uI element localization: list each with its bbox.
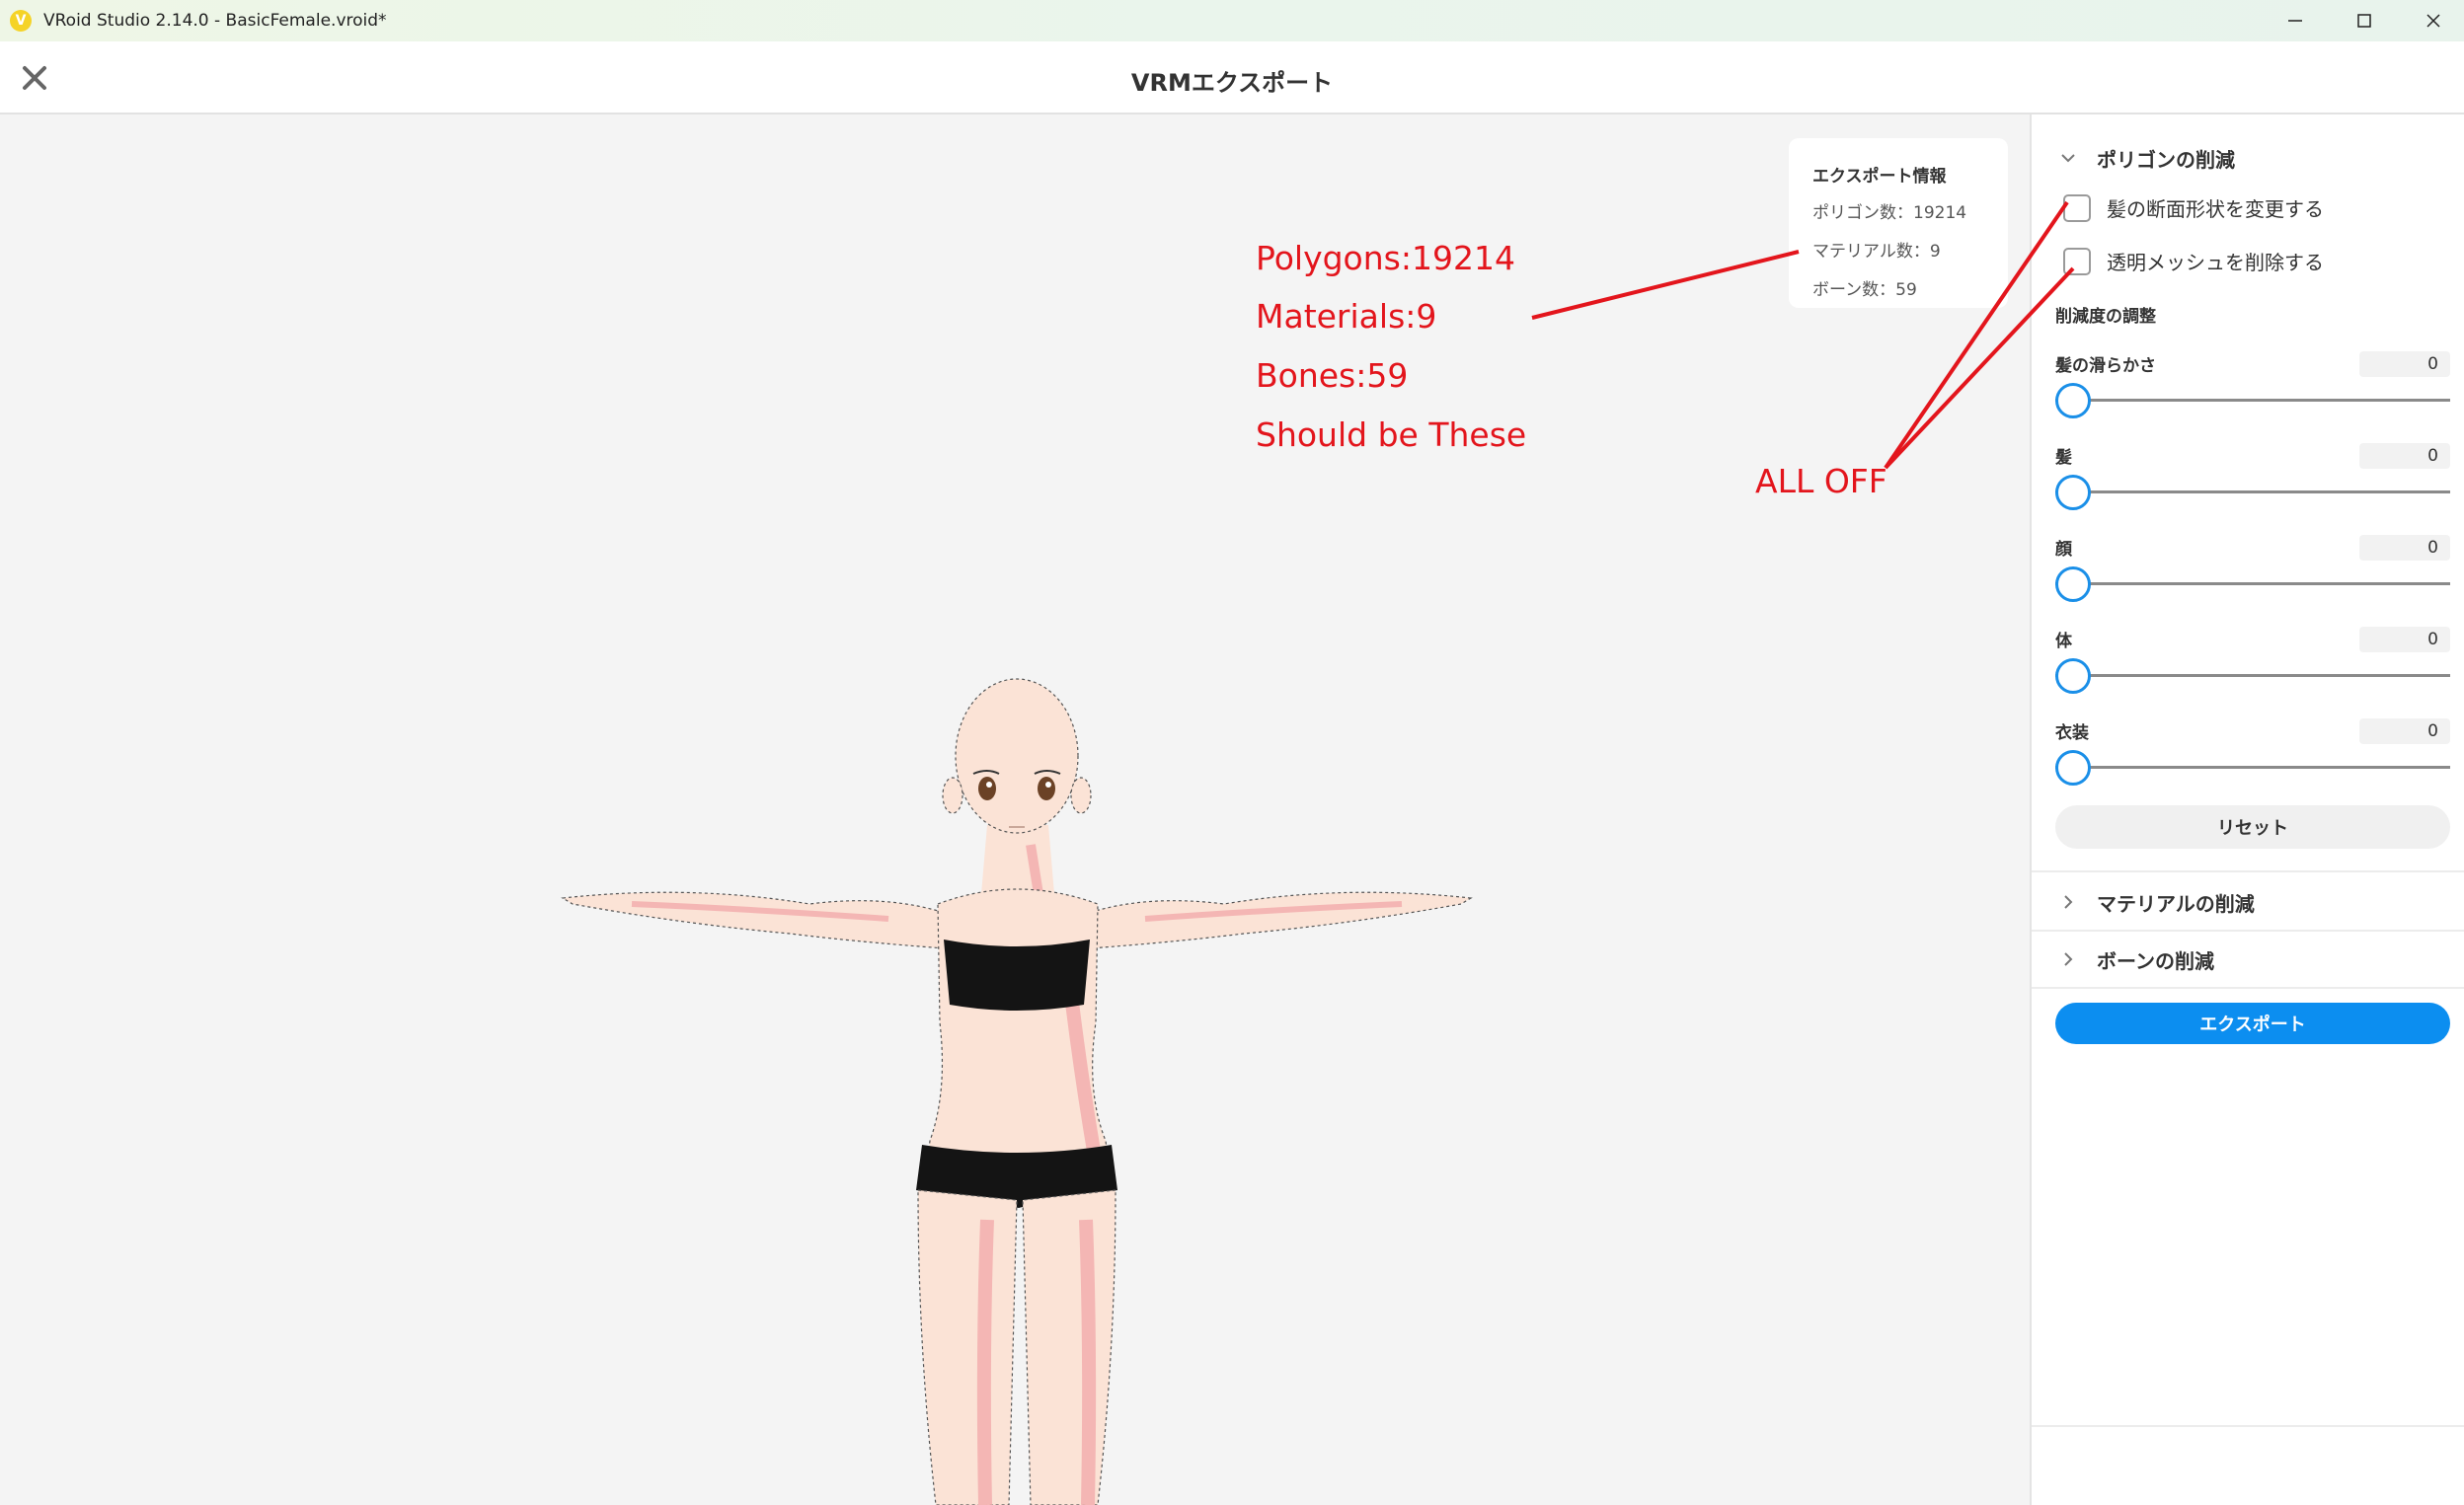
annotation-all-off: ALL OFF	[1755, 462, 1887, 500]
reset-button[interactable]: リセット	[2055, 805, 2450, 849]
export-header: VRMエクスポート	[0, 41, 2464, 114]
slider-label-costume: 衣装	[2055, 723, 2089, 743]
section-divider	[2032, 987, 2464, 989]
annotation-materials: Materials:9	[1256, 297, 1437, 336]
hair-cross-section-checkbox[interactable]	[2063, 193, 2091, 222]
chevron-right-icon	[2059, 950, 2089, 968]
slider-thumb-body[interactable]	[2055, 658, 2091, 694]
window-title: VRoid Studio 2.14.0 - BasicFemale.vroid*	[43, 11, 387, 31]
hair-cross-section-label: 髪の断面形状を変更する	[2107, 197, 2324, 221]
minimize-icon[interactable]	[2261, 0, 2330, 41]
avatar-model	[561, 678, 1473, 1505]
slider-track-hair[interactable]	[2055, 490, 2450, 493]
slider-track-face[interactable]	[2055, 582, 2450, 585]
slider-thumb-hair[interactable]	[2055, 475, 2091, 510]
slider-value-body[interactable]: 0	[2359, 627, 2450, 652]
maximize-glyph	[2357, 14, 2371, 28]
page-title: VRMエクスポート	[1130, 69, 1334, 97]
reduction-settings-panel: ポリゴンの削減 髪の断面形状を変更する 透明メッシュを削除する 削減度の調整 髪…	[2030, 114, 2464, 1505]
bone-reduction-section[interactable]: ボーンの削減	[2032, 932, 2464, 987]
vroid-logo-icon: V	[10, 10, 32, 32]
slider-value-hair[interactable]: 0	[2359, 443, 2450, 469]
slider-label-hair: 髪	[2055, 448, 2072, 468]
slider-label-face: 顔	[2055, 540, 2072, 560]
section-divider	[2032, 870, 2464, 872]
remove-transparent-mesh-option[interactable]: 透明メッシュを削除する	[2063, 247, 2324, 275]
material-count: マテリアル数：9	[1812, 242, 1941, 262]
model-viewport[interactable]: エクスポート情報 ポリゴン数：19214 マテリアル数：9 ボーン数：59 Po…	[0, 114, 2030, 1505]
export-button[interactable]: エクスポート	[2055, 1003, 2450, 1044]
reduction-level-heading: 削減度の調整	[2055, 307, 2156, 327]
slider-thumb-costume[interactable]	[2055, 750, 2091, 786]
slider-value-face[interactable]: 0	[2359, 535, 2450, 561]
annotation-should-be: Should be These	[1256, 415, 1527, 454]
slider-label-hair-smoothness: 髪の滑らかさ	[2055, 356, 2156, 376]
material-reduction-label: マテリアルの削減	[2097, 891, 2255, 916]
slider-value-costume[interactable]: 0	[2359, 718, 2450, 744]
minimize-glyph	[2288, 20, 2302, 22]
annotation-bones: Bones:59	[1256, 356, 1409, 395]
chevron-right-icon	[2059, 893, 2089, 911]
hair-cross-section-option[interactable]: 髪の断面形状を変更する	[2063, 193, 2324, 222]
polygon-reduction-section[interactable]: ポリゴンの削減	[2032, 130, 2464, 186]
annotation-polygons: Polygons:19214	[1256, 239, 1515, 277]
maximize-icon[interactable]	[2330, 0, 2399, 41]
material-reduction-section[interactable]: マテリアルの削減	[2032, 874, 2464, 930]
logo-letter: V	[15, 13, 27, 29]
export-info-title: エクスポート情報	[1812, 167, 1947, 187]
bone-reduction-label: ボーンの削減	[2097, 948, 2214, 973]
panel-footer-divider	[2032, 1425, 2464, 1427]
close-icon[interactable]	[2399, 0, 2464, 41]
slider-thumb-face[interactable]	[2055, 566, 2091, 602]
polygon-reduction-label: ポリゴンの削減	[2097, 147, 2235, 172]
export-info-card: エクスポート情報 ポリゴン数：19214 マテリアル数：9 ボーン数：59	[1789, 138, 2008, 308]
bone-count: ボーン数：59	[1812, 280, 1917, 300]
slider-label-body: 体	[2055, 632, 2072, 651]
slider-value-hair-smoothness[interactable]: 0	[2359, 351, 2450, 377]
slider-track-costume[interactable]	[2055, 766, 2450, 769]
remove-transparent-mesh-checkbox[interactable]	[2063, 247, 2091, 275]
polygon-count: ポリゴン数：19214	[1812, 203, 1967, 223]
remove-transparent-mesh-label: 透明メッシュを削除する	[2107, 251, 2324, 274]
slider-track-hair-smoothness[interactable]	[2055, 399, 2450, 402]
close-glyph	[2426, 14, 2440, 28]
title-bar: V VRoid Studio 2.14.0 - BasicFemale.vroi…	[0, 0, 2464, 41]
slider-track-body[interactable]	[2055, 674, 2450, 677]
chevron-down-icon	[2059, 149, 2089, 167]
slider-thumb-hair-smoothness[interactable]	[2055, 383, 2091, 418]
